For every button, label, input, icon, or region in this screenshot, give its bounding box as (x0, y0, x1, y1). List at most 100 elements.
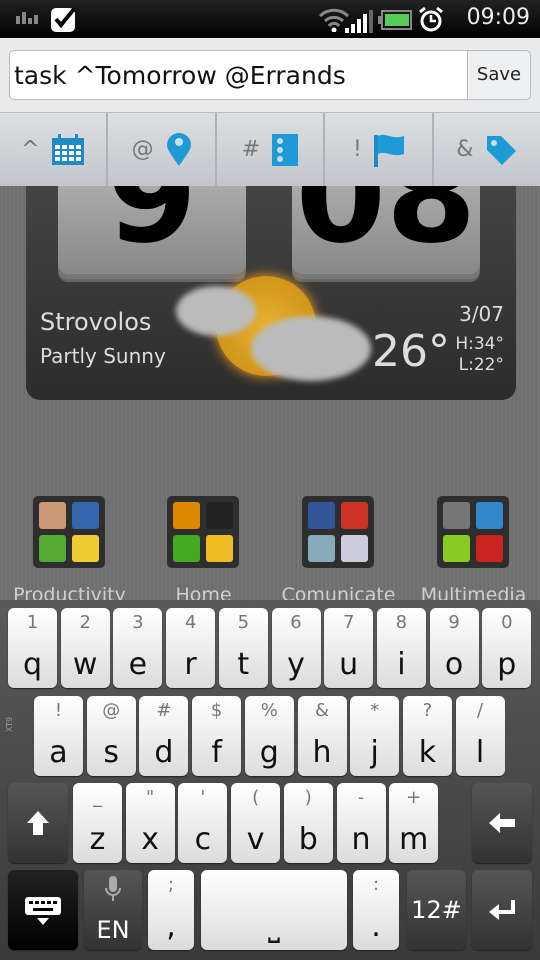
key-label: w (72, 647, 98, 682)
xt9-label: XT9 (5, 716, 15, 733)
key-label: s (103, 735, 119, 770)
key-g[interactable]: % g (244, 696, 294, 776)
comma-key[interactable]: ;, (148, 870, 194, 950)
key-a[interactable]: ! a (34, 696, 83, 776)
key-z[interactable]: _ z (73, 783, 122, 863)
key-label: n (351, 822, 371, 857)
key-l[interactable]: / l (455, 696, 505, 776)
key-hint: 4 (184, 612, 197, 633)
status-bar: 09:09 (0, 0, 540, 38)
save-button[interactable]: Save (467, 50, 531, 100)
key-j[interactable]: * j (350, 696, 400, 776)
shift-key[interactable] (8, 783, 68, 863)
key-label: a (49, 735, 68, 770)
period-key[interactable]: :. (353, 870, 399, 950)
key-q[interactable]: 1q (8, 608, 57, 688)
key-c[interactable]: ' c (178, 783, 228, 863)
key-m[interactable]: + m (389, 783, 439, 863)
key-label: x (141, 822, 160, 857)
key-e[interactable]: 3e (113, 608, 163, 688)
key-label: r (184, 647, 197, 682)
key-o[interactable]: 9o (429, 608, 479, 688)
keyboard-hide-key[interactable] (8, 870, 78, 950)
key-hint: ! (54, 700, 63, 721)
key-label: z (89, 822, 106, 857)
flag-icon (373, 134, 404, 167)
key-i[interactable]: 8i (376, 608, 426, 688)
minute-card: 08 (292, 186, 480, 274)
symbols-key[interactable]: 12# (407, 870, 466, 950)
key-h[interactable]: & h (297, 696, 347, 776)
key-d[interactable]: # d (139, 696, 189, 776)
ampersand-symbol: & (456, 137, 474, 162)
key-s[interactable]: @ s (86, 696, 136, 776)
cloud-icon (251, 316, 371, 381)
key-k[interactable]: ? k (402, 696, 452, 776)
key-label: u (339, 647, 359, 682)
clock-weather-widget[interactable]: 9 08 Strovolos Partly Sunny 3/07 26° H:3… (26, 186, 516, 400)
key-hint: $ (210, 700, 223, 721)
folder-comunicate[interactable] (302, 496, 374, 568)
date-button[interactable]: ^ (0, 113, 109, 186)
key-y[interactable]: 6y (271, 608, 321, 688)
key-label: . (371, 909, 381, 944)
home-screen: 9 08 Strovolos Partly Sunny 3/07 26° H:3… (0, 186, 540, 600)
exclamation-symbol: ! (353, 137, 362, 162)
shift-arrow-icon (27, 811, 49, 835)
priority-button[interactable]: ! (325, 113, 434, 186)
key-x[interactable]: " x (125, 783, 175, 863)
microphone-icon (105, 876, 121, 901)
key-hint: @ (102, 700, 121, 721)
language-key[interactable]: EN (84, 870, 142, 950)
hash-symbol: # (241, 137, 261, 162)
tag-icon (487, 135, 517, 165)
city-name: Strovolos (40, 308, 152, 336)
folder-productivity[interactable] (33, 496, 105, 568)
key-label: d (154, 735, 174, 770)
hour-card: 9 (58, 186, 246, 274)
key-label: j (370, 735, 379, 770)
key-label: v (246, 822, 265, 857)
key-hint: - (357, 787, 365, 808)
key-hint: 8 (395, 612, 408, 633)
key-hint: " (146, 787, 155, 808)
key-hint: ) (304, 787, 312, 808)
key-v[interactable]: (v (231, 783, 281, 863)
key-label: , (166, 909, 176, 944)
keyboard-icon (25, 897, 61, 925)
list-button[interactable]: # (216, 113, 326, 186)
folder-multimedia[interactable] (437, 496, 509, 568)
task-entry-bar: task ^Tomorrow @Errands Save (0, 38, 540, 113)
key-hint: 2 (79, 612, 91, 633)
key-hint: 3 (132, 612, 144, 633)
date: 3/07 (459, 302, 504, 326)
key-n[interactable]: -n (336, 783, 386, 863)
space-key[interactable]: ⎵ (201, 870, 347, 950)
key-r[interactable]: 4r (166, 608, 216, 688)
key-hint: ' (200, 787, 206, 808)
key-label: p (497, 647, 517, 682)
enter-key[interactable] (472, 870, 532, 950)
key-t[interactable]: 5t (218, 608, 268, 688)
context-button[interactable]: @ (108, 113, 217, 186)
cloud-icon (176, 286, 256, 336)
key-b[interactable]: ) b (283, 783, 333, 863)
enter-arrow-icon (489, 900, 515, 920)
task-input[interactable]: task ^Tomorrow @Errands (9, 50, 469, 100)
folder-label: Comunicate (281, 584, 396, 600)
key-f[interactable]: $ f (192, 696, 242, 776)
key-w[interactable]: 2w (60, 608, 110, 688)
bar-chart-icon (16, 12, 38, 24)
folder-home[interactable] (167, 496, 239, 568)
key-u[interactable]: 7u (324, 608, 374, 688)
key-hint: 0 (501, 612, 513, 633)
at-symbol: @ (131, 137, 154, 162)
key-label: q (22, 647, 43, 682)
key-label: ⎵ (268, 909, 280, 944)
backspace-key[interactable] (472, 783, 532, 863)
key-label: i (397, 647, 406, 682)
tag-button[interactable]: & (433, 113, 540, 186)
key-label: k (418, 735, 437, 770)
battery-icon (378, 10, 412, 30)
key-p[interactable]: 0p (482, 608, 532, 688)
